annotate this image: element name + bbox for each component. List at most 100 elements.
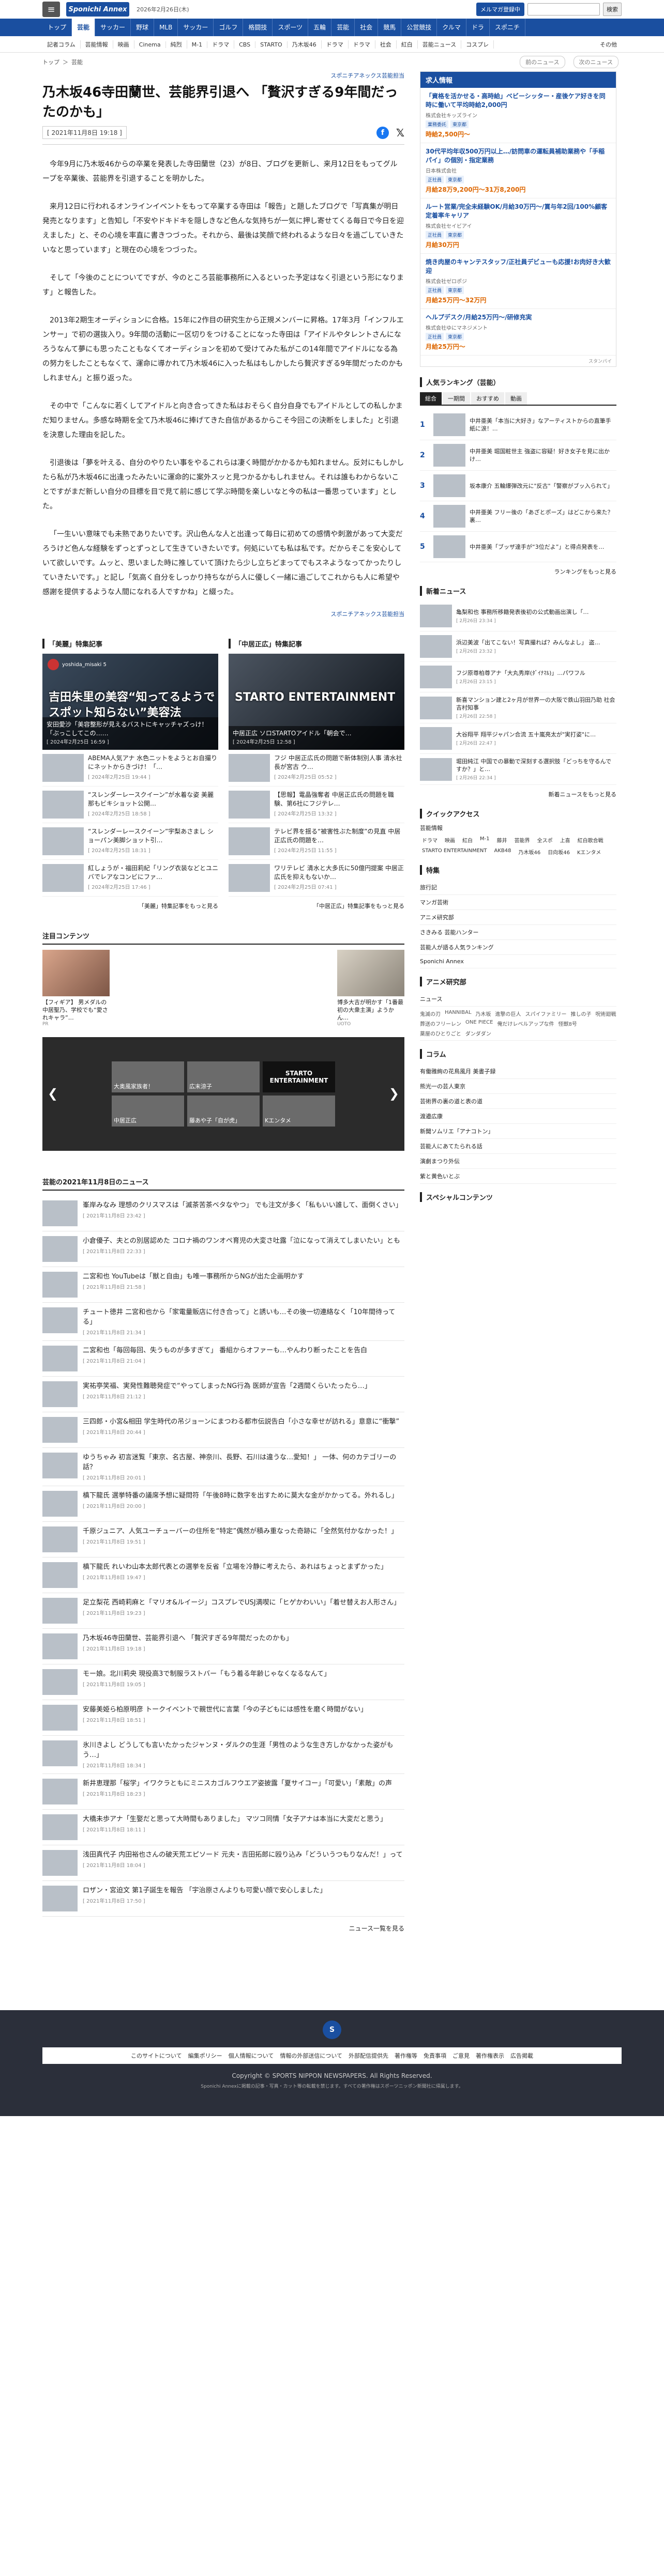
facebook-share-icon[interactable]: f xyxy=(376,126,389,139)
feature-list-item[interactable]: ABEMA人気アナ 水色ニットをようとお自撮りにネットからきづけ！「… [ 202… xyxy=(42,750,218,786)
subnav-item[interactable]: CBS xyxy=(234,41,256,48)
anime-link[interactable]: 薬屋のひとりごと xyxy=(420,1029,461,1037)
nav-item[interactable]: MLB xyxy=(154,19,178,36)
ranking-item[interactable]: 3 坂本康介 五輪爆弾改元に"反古"「警察がブッ入られて」 xyxy=(420,471,616,501)
ranking-item[interactable]: 1 中井亜美「本当に大好き」なアーティストからの直筆手紙に涙！... xyxy=(420,410,616,440)
nav-item[interactable]: 社会 xyxy=(355,19,379,36)
ranking-tab[interactable]: おすすめ xyxy=(471,392,504,405)
nav-item[interactable]: 格闘技 xyxy=(243,19,273,36)
feature-more-link[interactable]: 「中居正広」特集記事をもっと見る xyxy=(229,902,404,910)
special-link[interactable]: アニメ研究部 xyxy=(420,910,616,925)
new-news-more-link[interactable]: 新着ニュースをもっと見る xyxy=(420,790,616,798)
news-list-item[interactable]: 峯岸みなみ 理想のクリスマスは「滅茶苦茶ベタなやつ」 でも注文が多く「私もいい誰… xyxy=(42,1196,404,1231)
footer-link[interactable]: 外部配信提供先 xyxy=(349,2051,388,2060)
anime-link[interactable]: HANNIBAL xyxy=(445,1010,472,1017)
prev-news-button[interactable]: 前のニュース xyxy=(520,56,565,68)
search-input[interactable] xyxy=(527,3,600,16)
column-link[interactable]: 新聞ソムリエ「アナコトン」 xyxy=(420,1124,616,1139)
feature-list-item[interactable]: 紅しょうが・福田莉紀「リング衣装などとユニバでレアなコンビにファ… [ 2024年… xyxy=(42,860,218,897)
subnav-item[interactable]: ドラマ xyxy=(349,40,375,49)
subnav-item[interactable]: 乃木坂46 xyxy=(288,40,322,49)
site-logo[interactable]: Sponichi Annex xyxy=(66,2,129,17)
quick-access-link[interactable]: 全スポ xyxy=(535,835,555,845)
news-list-item[interactable]: 小倉優子、夫との別居認めた コロナ禍のワンオペ育児の大変さ吐露「泣になって消えて… xyxy=(42,1231,404,1267)
subnav-item[interactable]: ドラマ xyxy=(322,40,349,49)
subscribe-button[interactable]: メルマガ登録中 xyxy=(476,3,524,16)
news-list-item[interactable]: 二宮和也「毎回毎回、失うものが多すぎて」 番組からオファーも…やんわり断ったこと… xyxy=(42,1341,404,1377)
new-news-item[interactable]: フジ原尊柏尊アナ「大丸秀岸(ﾀﾞｲﾅﾏﾙ)」...パワフル [ 2月26日 23:… xyxy=(420,662,616,692)
job-item[interactable]: 「資格を活かせる・高時給」ベビーシッター・産後ケア好きを同時に働いて平均時給2,… xyxy=(420,88,616,143)
ranking-tab[interactable]: 総合 xyxy=(420,392,442,405)
job-item[interactable]: 焼き肉屋のキャンテスタッフ/正社員デビューも応援!お肉好き大歓迎 株式会社ゼロポジ… xyxy=(420,254,616,309)
menu-icon[interactable]: ≡ xyxy=(42,2,60,17)
nav-item[interactable]: ゴルフ xyxy=(214,19,244,36)
x-share-icon[interactable]: 𝕏 xyxy=(396,127,404,139)
ranking-tab[interactable]: 動画 xyxy=(505,392,527,405)
new-news-item[interactable]: 亀梨和也 事務所移籍発表後初の公式動画出演し「… [ 2月26日 23:34 ] xyxy=(420,601,616,631)
subnav-item[interactable]: 芸能ニュース xyxy=(418,40,462,49)
job-item[interactable]: ヘルプデスク/月給25万円～/研修充実 株式会社ゆにマネジメント 正社員 東京都 月給2… xyxy=(420,309,616,356)
footer-link[interactable]: このサイトについて xyxy=(131,2051,182,2060)
chu-item[interactable]: 博多大吉が明かす「1番最初の大衆主演」ようかん… UOTO xyxy=(337,950,404,1027)
article-credit[interactable]: スポニチアネックス芸能担当 xyxy=(42,71,404,80)
feature-more-link[interactable]: 「美麗」特集記事をもっと見る xyxy=(42,902,218,910)
subnav-item[interactable]: 紅白 xyxy=(397,40,418,49)
jobs-provider[interactable]: スタンバイ xyxy=(420,356,616,366)
quick-access-link[interactable]: 紅白歌合戦 xyxy=(576,835,606,845)
feature-list-item[interactable]: 【思報】電晶強奪者 中居正広氏の問題を職験、第6社にフジテレ… [ 2024年2月… xyxy=(229,786,404,823)
column-link[interactable]: 芸能人にあてたられる話 xyxy=(420,1139,616,1154)
carousel-prev-icon[interactable]: ❮ xyxy=(48,1086,58,1101)
nav-item[interactable]: スポニチ xyxy=(490,19,525,36)
special-link[interactable]: 芸能人が語る人気ランキング xyxy=(420,940,616,955)
column-link[interactable]: 演劇まつり外伝 xyxy=(420,1154,616,1169)
feature-list-item[interactable]: フジ 中居正広氏の問題で新体制別人事 清水社長が宮古 ウ… [ 2024年2月25… xyxy=(229,750,404,786)
special-link[interactable]: マンガ芸術 xyxy=(420,895,616,910)
subnav-more[interactable]: その他 xyxy=(595,40,622,49)
nav-item[interactable]: サッカー xyxy=(95,19,131,36)
ranking-item[interactable]: 5 中井亜美「ブッザ達手が“3位だよ”」と得点発表を… xyxy=(420,532,616,562)
subnav-item[interactable]: コスプレ xyxy=(461,40,494,49)
carousel-tile[interactable]: STARTO ENTERTAINMENT xyxy=(263,1061,335,1092)
subnav-item[interactable]: ドラマ xyxy=(207,40,235,49)
news-list-item[interactable]: 二宮和也 YouTubeは「獣と自由」も唯一事務所からNGが出た企画明かす [ 2… xyxy=(42,1267,404,1303)
news-list-item[interactable]: チュート徳井 二宮和也から「家電量販店に付き合って」と誘いも…その後一切連絡なく… xyxy=(42,1303,404,1341)
news-list-item[interactable]: ゆうちゃみ 初言迷覧「東京、名古屋、神奈川、長野、石川は違うな…愛知！」 一体、… xyxy=(42,1448,404,1486)
feature-list-item[interactable]: “スレンダーレースクイーン”が水着な姿 美麗那もビキショット公開… [ 2024年… xyxy=(42,786,218,823)
quick-access-link[interactable]: 映画 xyxy=(443,835,457,845)
nav-item[interactable]: 芸能 xyxy=(72,19,96,36)
next-news-button[interactable]: 次のニュース xyxy=(573,56,618,68)
footer-link[interactable]: 広告掲載 xyxy=(510,2051,533,2060)
subnav-item[interactable]: 純烈 xyxy=(166,40,187,49)
column-link[interactable]: 有働雅絢の花鳥風月 美書子録 xyxy=(420,1064,616,1079)
news-list-item[interactable]: 槙下龍氏 れいわ山本太郎代表との選挙を反省「立場を冷静に考えたら、あれはちょっと… xyxy=(42,1557,404,1593)
news-list-item[interactable]: 三四郎・小宮&相田 学生時代の吊ジョーンにまつわる都市伝説告白「小さな幸せが訪れ… xyxy=(42,1412,404,1448)
footer-link[interactable]: 著作権表示 xyxy=(476,2051,504,2060)
subnav-item[interactable]: 映画 xyxy=(113,40,134,49)
ranking-tab[interactable]: 一期間 xyxy=(443,392,470,405)
footer-logo[interactable]: S xyxy=(323,2020,341,2039)
quick-access-link[interactable]: M-1 xyxy=(478,835,492,845)
column-link[interactable]: 紫と黄色いとぶ xyxy=(420,1169,616,1184)
anime-link[interactable]: 進撃の巨人 xyxy=(495,1010,521,1017)
footer-link[interactable]: ご意見 xyxy=(452,2051,470,2060)
anime-link[interactable]: スパイファミリー xyxy=(525,1010,567,1017)
news-list-item[interactable]: 槙下龍氏 選挙特番の議席予想に疑問符「午後8時に数字を出すために莫大な金がかかっ… xyxy=(42,1486,404,1522)
job-item[interactable]: ルート営業/完全未経験OK/月給30万円～/賞与年2回/100%顧客定着率キャリ… xyxy=(420,198,616,254)
news-list-item[interactable]: ロザン・宮迫文 第1子誕生を報告 「宇治原さんよりも可愛い顔で安心しました」 [ … xyxy=(42,1881,404,1917)
carousel-tile[interactable]: Kエンタメ xyxy=(263,1096,335,1127)
special-link[interactable]: Sponichi Annex xyxy=(420,955,616,968)
column-link[interactable]: 芸術界の裏の道と表の道 xyxy=(420,1094,616,1109)
footer-link[interactable]: 免責事項 xyxy=(424,2051,446,2060)
new-news-item[interactable]: 浜辺美波「出てこない！写真撮れば？みんなよし」 盗… [ 2月26日 23:32 … xyxy=(420,631,616,662)
subnav-item[interactable]: 社会 xyxy=(375,40,397,49)
anime-link[interactable]: 鬼滅の刃 xyxy=(420,1010,441,1017)
ranking-more-link[interactable]: ランキングをもっと見る xyxy=(420,567,616,576)
anime-link[interactable]: 呪術廻戦 xyxy=(596,1010,616,1017)
special-link[interactable]: 旅行記 xyxy=(420,880,616,895)
nav-item[interactable]: トップ xyxy=(42,19,72,36)
quick-access-link[interactable]: AKB48 xyxy=(492,847,513,857)
crumb-geinou[interactable]: 芸能 xyxy=(71,58,83,66)
nav-item[interactable]: 競馬 xyxy=(378,19,402,36)
nav-item[interactable]: サッカー xyxy=(178,19,214,36)
nav-item[interactable]: ドラ xyxy=(466,19,490,36)
